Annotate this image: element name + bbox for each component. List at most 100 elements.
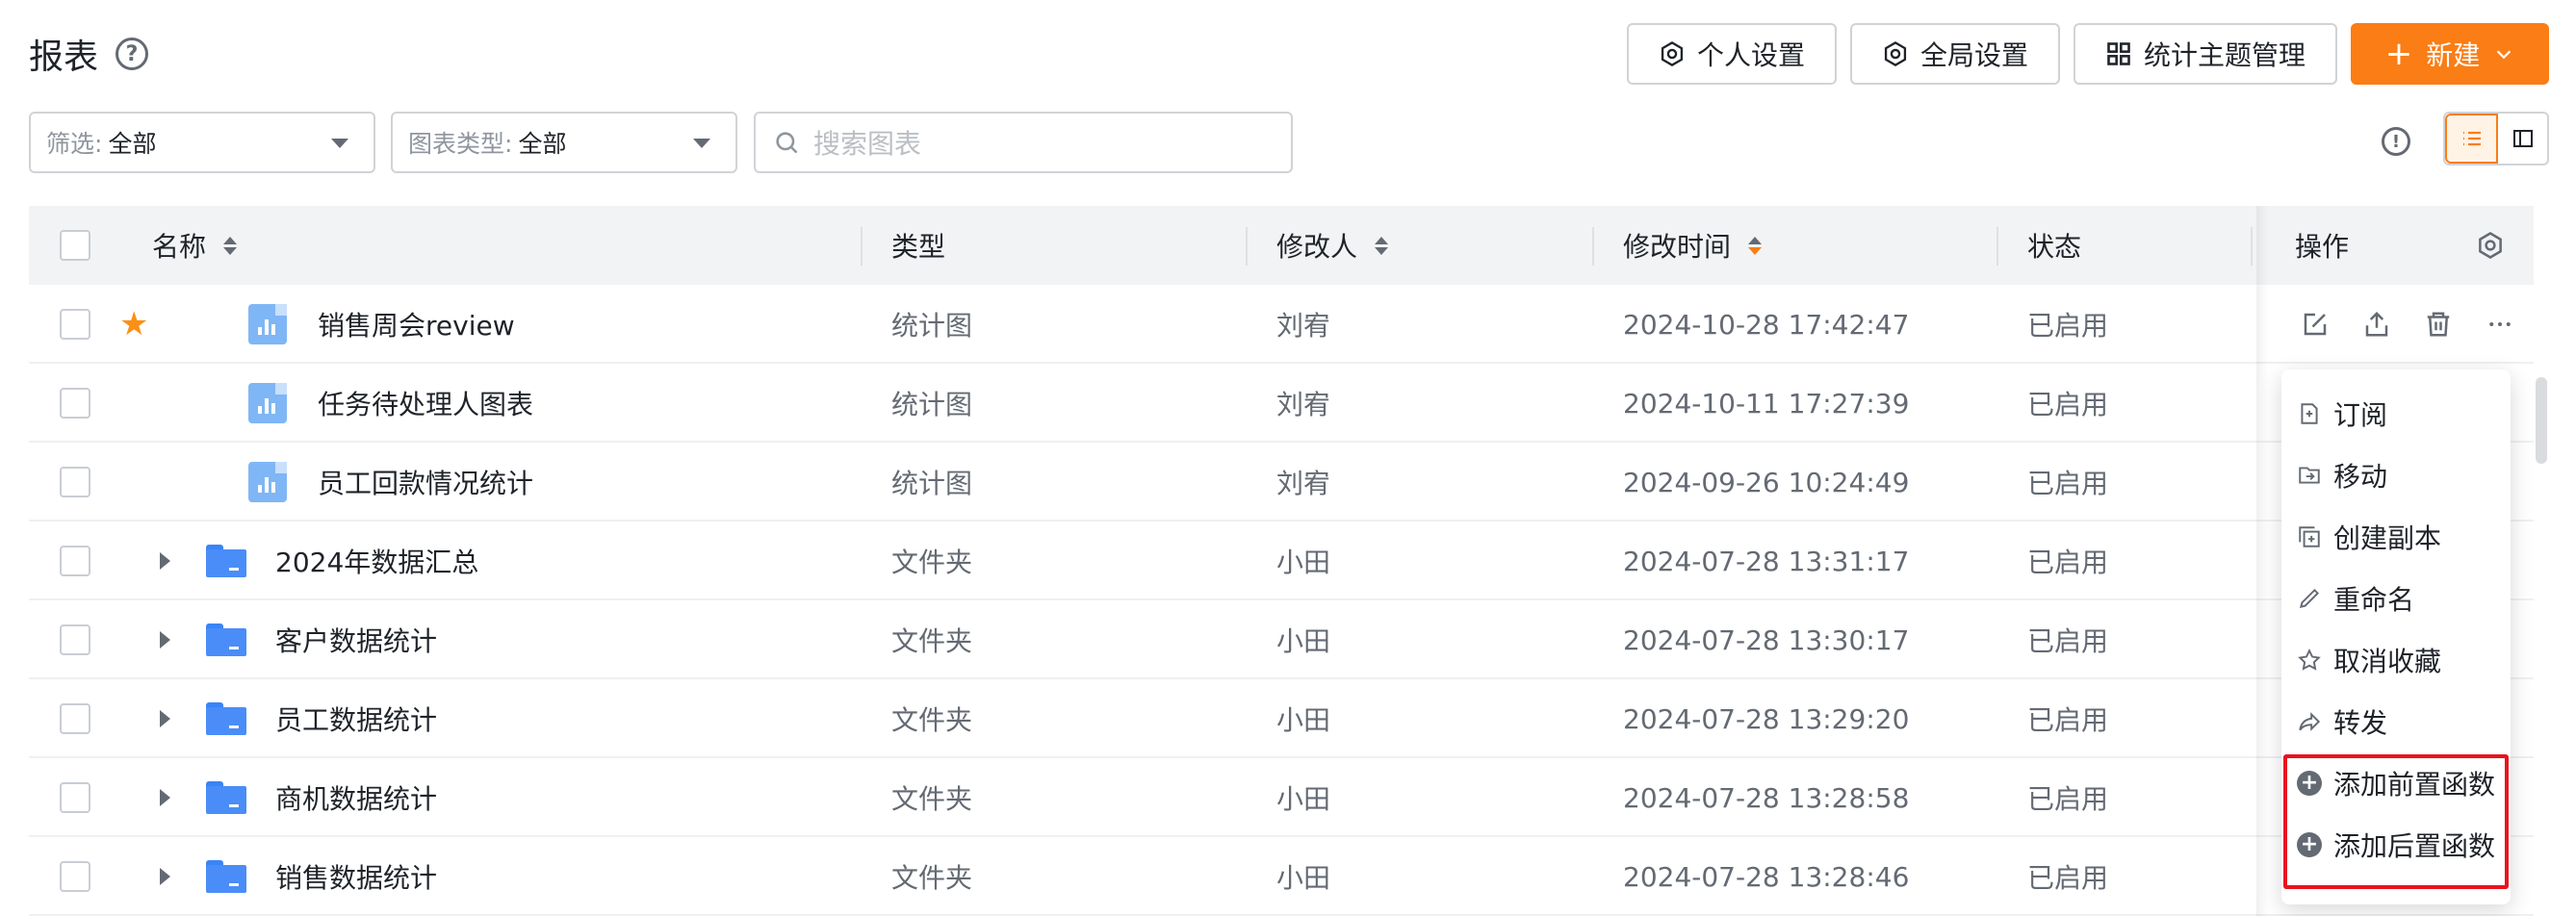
column-status-label: 状态 (2027, 231, 2082, 263)
column-modifier[interactable]: 修改人 (1276, 206, 1389, 285)
highlight-box (2283, 754, 2509, 889)
sort-icon[interactable] (1375, 236, 1389, 255)
row-time: 2024-10-28 17:42:47 (1623, 308, 1910, 341)
expand-caret-icon[interactable] (160, 631, 170, 649)
row-status: 已启用 (2027, 389, 2109, 420)
filter-select[interactable]: 筛选: 全部 (29, 112, 375, 173)
topic-management-button[interactable]: 统计主题管理 (2074, 23, 2337, 85)
row-checkbox[interactable] (60, 703, 90, 734)
row-checkbox[interactable] (60, 309, 90, 340)
menu-item-rename[interactable]: 重命名 (2281, 568, 2511, 629)
table-header: 名称 类型 修改人 修改时间 状态 操作 (29, 206, 2534, 285)
search-input[interactable]: 搜索图表 (754, 112, 1293, 173)
table-row[interactable]: 商机数据统计 文件夹 小田 2024-07-28 13:28:58 已启用 (29, 758, 2534, 837)
subscribe-icon (2301, 403, 2318, 424)
row-type: 统计图 (891, 389, 973, 420)
table-row[interactable]: 员工数据统计 文件夹 小田 2024-07-28 13:29:20 已启用 (29, 679, 2534, 758)
column-status: 状态 (2027, 206, 2081, 285)
column-actions: 操作 (2295, 206, 2349, 285)
sort-icon[interactable] (223, 236, 238, 255)
share-icon[interactable] (2362, 310, 2391, 339)
search-placeholder: 搜索图表 (813, 128, 922, 160)
row-name[interactable]: 员工数据统计 (275, 679, 437, 758)
column-actions-label: 操作 (2295, 231, 2350, 263)
table-row[interactable]: 销售数据统计 文件夹 小田 2024-07-28 13:28:46 已启用 (29, 837, 2534, 916)
menu-item-subscribe[interactable]: 订阅 (2281, 383, 2511, 445)
new-button[interactable]: + 新建 (2351, 23, 2549, 85)
column-settings-icon[interactable] (2476, 206, 2505, 285)
table-row[interactable]: 客户数据统计 文件夹 小田 2024-07-28 13:30:17 已启用 (29, 600, 2534, 679)
personal-settings-button[interactable]: 个人设置 (1627, 23, 1837, 85)
row-name[interactable]: 销售数据统计 (275, 837, 437, 916)
menu-item-move[interactable]: 移动 (2281, 445, 2511, 506)
report-table: 名称 类型 修改人 修改时间 状态 操作 ★ 销售周会review 统计图 刘宥… (29, 206, 2534, 916)
row-checkbox[interactable] (60, 782, 90, 813)
menu-item-duplicate[interactable]: 创建副本 (2281, 506, 2511, 568)
expand-caret-icon[interactable] (160, 710, 170, 727)
menu-item-unfavorite-label: 取消收藏 (2333, 646, 2442, 677)
row-status: 已启用 (2027, 862, 2109, 894)
column-modified-time[interactable]: 修改时间 (1623, 206, 1763, 285)
more-icon[interactable] (2486, 310, 2514, 339)
gear-icon (2479, 232, 2502, 259)
row-modifier: 小田 (1276, 704, 1331, 736)
row-time: 2024-07-28 13:30:17 (1623, 623, 1910, 656)
chart-file-icon (248, 304, 287, 344)
menu-item-move-label: 移动 (2333, 461, 2388, 493)
chart-type-value: 全部 (518, 130, 567, 158)
row-type: 统计图 (891, 310, 973, 342)
help-icon[interactable]: ? (116, 38, 149, 70)
row-name[interactable]: 销售周会review (318, 285, 515, 364)
menu-item-unfavorite[interactable]: 取消收藏 (2281, 629, 2511, 691)
expand-caret-icon[interactable] (160, 552, 170, 570)
row-name[interactable]: 客户数据统计 (275, 600, 437, 679)
search-icon (776, 132, 798, 154)
row-modifier: 刘宥 (1276, 468, 1331, 499)
row-status: 已启用 (2027, 704, 2109, 736)
sort-icon[interactable] (1748, 236, 1763, 255)
row-checkbox[interactable] (60, 388, 90, 419)
expand-caret-icon[interactable] (160, 789, 170, 806)
info-icon[interactable]: ! (2382, 127, 2410, 156)
row-name[interactable]: 员工回款情况统计 (318, 443, 533, 522)
menu-item-forward[interactable]: 转发 (2281, 691, 2511, 752)
folder-icon (206, 702, 246, 735)
row-time: 2024-07-28 13:29:20 (1623, 702, 1910, 735)
column-type: 类型 (891, 206, 945, 285)
column-modified-time-label: 修改时间 (1623, 231, 1732, 263)
row-modifier: 小田 (1276, 862, 1331, 894)
column-name[interactable]: 名称 (152, 206, 238, 285)
row-name[interactable]: 任务待处理人图表 (318, 364, 533, 443)
global-settings-button[interactable]: 全局设置 (1850, 23, 2060, 85)
table-row[interactable]: 2024年数据汇总 文件夹 小田 2024-07-28 13:31:17 已启用 (29, 522, 2534, 600)
copy-icon (2299, 526, 2320, 547)
row-name[interactable]: 商机数据统计 (275, 758, 437, 837)
split-view-button[interactable] (2498, 114, 2547, 164)
view-toggle[interactable] (2443, 112, 2549, 165)
table-row[interactable]: ★ 销售周会review 统计图 刘宥 2024-10-28 17:42:47 … (29, 285, 2534, 364)
row-modifier: 刘宥 (1276, 310, 1331, 342)
table-row[interactable]: 员工回款情况统计 统计图 刘宥 2024-09-26 10:24:49 已启用 (29, 443, 2534, 522)
select-all-checkbox[interactable] (60, 230, 90, 261)
page-title: 报表 ? (29, 29, 149, 79)
folder-icon (206, 623, 246, 656)
expand-caret-icon[interactable] (160, 868, 170, 885)
menu-item-forward-label: 转发 (2333, 707, 2388, 739)
row-checkbox[interactable] (60, 546, 90, 576)
list-view-button[interactable] (2445, 114, 2498, 164)
scrollbar[interactable] (2536, 377, 2547, 464)
plus-icon: + (2384, 35, 2413, 73)
new-button-label: 新建 (2426, 39, 2481, 71)
chart-type-select[interactable]: 图表类型: 全部 (391, 112, 737, 173)
table-row[interactable]: 任务待处理人图表 统计图 刘宥 2024-10-11 17:27:39 已启用 (29, 364, 2534, 443)
row-checkbox[interactable] (60, 861, 90, 892)
star-icon[interactable]: ★ (119, 305, 148, 344)
row-checkbox[interactable] (60, 467, 90, 497)
trash-icon[interactable] (2424, 310, 2453, 339)
forward-icon (2299, 712, 2321, 731)
row-checkbox[interactable] (60, 624, 90, 655)
row-type: 文件夹 (891, 625, 973, 657)
row-name[interactable]: 2024年数据汇总 (275, 522, 478, 600)
folder-icon (206, 545, 246, 577)
edit-icon[interactable] (2301, 310, 2330, 339)
